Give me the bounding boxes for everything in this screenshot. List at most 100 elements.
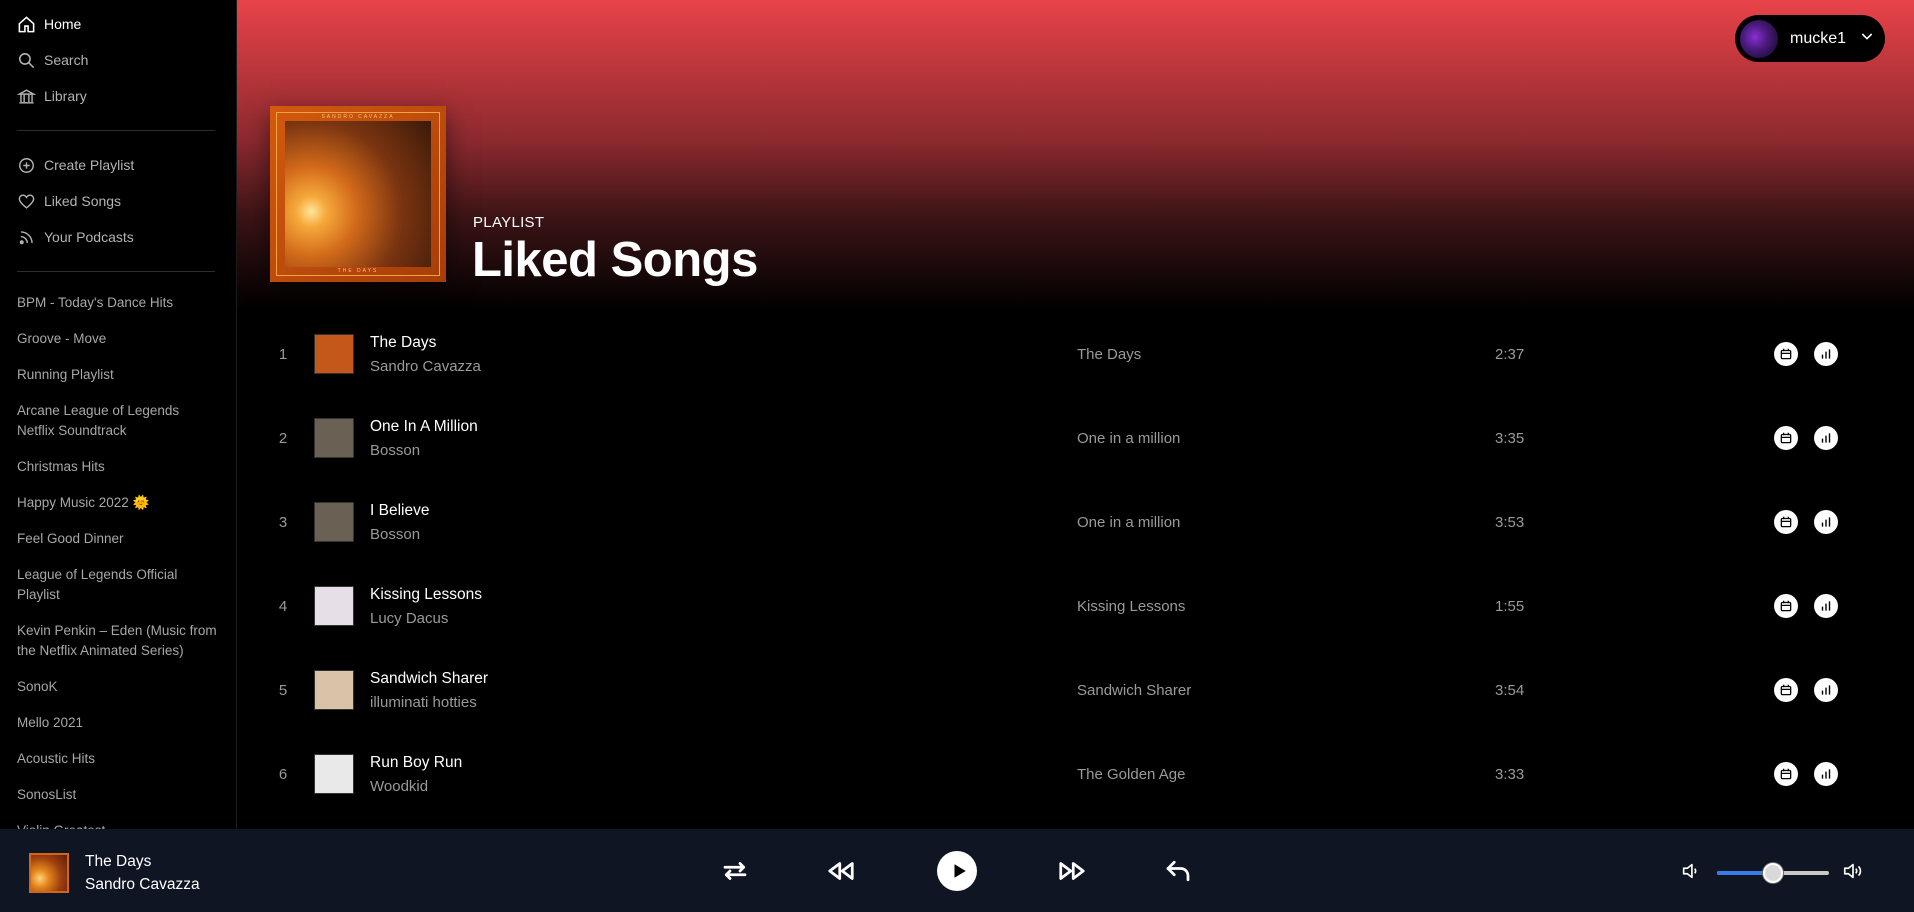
sidebar-playlist-item[interactable]: Arcane League of Legends Netflix Soundtr… [17,396,217,446]
track-stats-button[interactable] [1814,594,1838,618]
calendar-icon [1780,348,1792,360]
add-to-queue-button[interactable] [1774,426,1798,450]
sidebar-playlist-item[interactable]: League of Legends Official Playlist [17,560,217,610]
track-stats-button[interactable] [1814,510,1838,534]
user-menu-button[interactable]: mucke1 [1735,15,1885,62]
add-to-queue-button[interactable] [1774,678,1798,702]
track-artist[interactable]: Woodkid [370,778,428,795]
plus-circle-icon [19,157,34,173]
repeat-button[interactable] [715,851,755,891]
bar-chart-icon [1821,685,1831,695]
sidebar-playlist-item[interactable]: Running Playlist [17,360,217,390]
track-row[interactable]: 2 One In A Million Bosson One in a milli… [270,404,1880,488]
liked-songs-label: Liked Songs [44,193,122,209]
track-artist[interactable]: illuminati hotties [370,694,477,711]
sidebar-playlist-item[interactable]: Violin Greatest [17,816,217,829]
sidebar-nav: Home Search Library [17,0,236,114]
track-row[interactable]: 3 I Believe Bosson One in a million 3:53 [270,488,1880,572]
sidebar-divider [17,271,215,272]
track-artist[interactable]: Bosson [370,442,420,459]
undo-icon [1166,860,1190,882]
sidebar: Home Search Library Create Playlist Like… [0,0,237,829]
track-album[interactable]: One in a million [1077,514,1180,531]
sidebar-playlist-item[interactable]: Groove - Move [17,324,217,354]
track-album[interactable]: Kissing Lessons [1077,598,1185,615]
next-button[interactable] [1052,851,1092,891]
sidebar-playlist-item[interactable]: Feel Good Dinner [17,524,217,554]
track-artwork [314,334,354,374]
track-number: 5 [278,682,288,699]
playlist-type-label: PLAYLIST [473,214,545,231]
nav-home[interactable]: Home [17,6,236,42]
track-list: 1 The Days Sandro Cavazza The Days 2:37 … [270,320,1880,824]
your-podcasts-link[interactable]: Your Podcasts [17,219,236,255]
main-content: mucke1 SANDRO CAVAZZA THE DAYS PLAYLIST … [237,0,1914,829]
cover-frame: SANDRO CAVAZZA THE DAYS [276,112,440,276]
bar-chart-icon [1821,601,1831,611]
track-duration: 3:33 [1495,766,1525,783]
calendar-icon [1780,684,1792,696]
username: mucke1 [1790,29,1847,47]
track-title: The Days [370,334,437,351]
track-duration: 3:54 [1495,682,1525,699]
track-stats-button[interactable] [1814,678,1838,702]
add-to-queue-button[interactable] [1774,594,1798,618]
sidebar-playlist-item[interactable]: Kevin Penkin – Eden (Music from the Netf… [17,616,217,666]
sidebar-playlist-item[interactable]: SonosList [17,780,217,810]
track-artist[interactable]: Bosson [370,526,420,543]
sidebar-playlist-item[interactable]: SonoK [17,672,217,702]
now-playing-title: The Days [85,853,152,870]
track-album[interactable]: Sandwich Sharer [1077,682,1191,699]
sidebar-playlist-item[interactable]: Christmas Hits [17,452,217,482]
volume-slider[interactable] [1717,863,1829,883]
add-to-queue-button[interactable] [1774,342,1798,366]
track-duration: 3:35 [1495,430,1525,447]
track-row[interactable]: 4 Kissing Lessons Lucy Dacus Kissing Les… [270,572,1880,656]
rewind-icon [828,862,854,880]
cover-artwork [285,121,431,267]
track-album[interactable]: The Golden Age [1077,766,1185,783]
track-stats-button[interactable] [1814,342,1838,366]
track-duration: 3:53 [1495,514,1525,531]
track-duration: 1:55 [1495,598,1525,615]
track-row[interactable]: 5 Sandwich Sharer illuminati hotties San… [270,656,1880,740]
volume-low-icon[interactable] [1680,860,1702,882]
play-icon [954,864,966,878]
now-playing-artist: Sandro Cavazza [85,876,200,893]
track-album[interactable]: The Days [1077,346,1141,363]
track-stats-button[interactable] [1814,426,1838,450]
liked-songs-link[interactable]: Liked Songs [17,183,236,219]
track-title: I Believe [370,502,430,519]
sidebar-playlist-item[interactable]: Acoustic Hits [17,744,217,774]
track-stats-button[interactable] [1814,762,1838,786]
add-to-queue-button[interactable] [1774,762,1798,786]
volume-high-icon[interactable] [1842,860,1864,882]
sidebar-playlist-item[interactable]: Mello 2021 [17,708,217,738]
nav-search[interactable]: Search [17,42,236,78]
track-album[interactable]: One in a million [1077,430,1180,447]
previous-button[interactable] [821,851,861,891]
search-icon [18,52,35,68]
add-to-queue-button[interactable] [1774,510,1798,534]
calendar-icon [1780,516,1792,528]
volume-thumb[interactable] [1763,863,1783,883]
bar-chart-icon [1821,517,1831,527]
sidebar-playlist-item[interactable]: Happy Music 2022 🌞 [17,488,217,518]
cover-album-text: THE DAYS [337,268,379,274]
calendar-icon [1780,432,1792,444]
track-row[interactable]: 1 The Days Sandro Cavazza The Days 2:37 [270,320,1880,404]
track-title: One In A Million [370,418,478,435]
sidebar-playlist-item[interactable]: BPM - Today's Dance Hits [17,288,217,318]
sidebar-actions: Create Playlist Liked Songs Your Podcast… [17,147,236,255]
track-row[interactable]: 6 Run Boy Run Woodkid The Golden Age 3:3… [270,740,1880,824]
track-number: 1 [278,346,288,363]
track-artist[interactable]: Lucy Dacus [370,610,448,627]
play-button[interactable] [937,851,977,891]
nav-library[interactable]: Library [17,78,236,114]
back-button[interactable] [1158,851,1198,891]
track-artwork [314,586,354,626]
track-number: 2 [278,430,288,447]
track-artist[interactable]: Sandro Cavazza [370,358,481,375]
library-icon [17,88,36,104]
create-playlist-button[interactable]: Create Playlist [17,147,236,183]
